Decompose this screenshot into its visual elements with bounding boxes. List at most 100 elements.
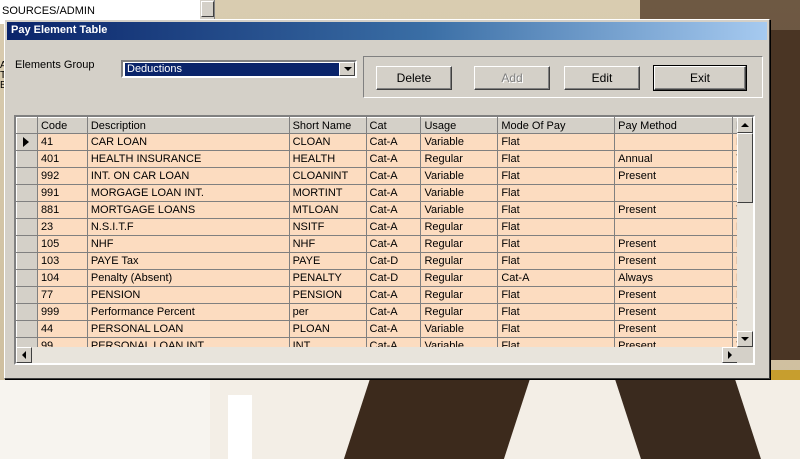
cell-code[interactable]: 44	[37, 320, 88, 338]
cell-cat[interactable]: Cat-A	[366, 286, 422, 304]
cell-code[interactable]: 41	[37, 133, 88, 151]
chevron-down-icon[interactable]	[339, 62, 355, 76]
cell-short-name[interactable]: PENSION	[289, 286, 367, 304]
cell-short-name[interactable]: PLOAN	[289, 320, 367, 338]
cell-usage[interactable]: Regular	[420, 286, 499, 304]
cell-code[interactable]: 23	[37, 218, 88, 236]
cell-cat[interactable]: Cat-A	[366, 235, 422, 253]
scroll-right-button[interactable]	[722, 347, 738, 363]
cell-description[interactable]: NHF	[87, 235, 290, 253]
column-header-code[interactable]: Code	[36, 117, 88, 134]
cell-mode-of-pay[interactable]: Flat	[497, 201, 616, 219]
cell-pay-method[interactable]: Present	[614, 167, 733, 185]
cell-cat[interactable]: Cat-A	[366, 167, 422, 185]
cell-code[interactable]: 992	[37, 167, 88, 185]
cell-description[interactable]: Penalty (Absent)	[87, 269, 290, 287]
cell-usage[interactable]: Regular	[420, 269, 499, 287]
cell-pay-method[interactable]: Present	[614, 252, 733, 270]
vertical-scrollbar[interactable]	[737, 117, 753, 347]
cell-cat[interactable]: Cat-A	[366, 150, 422, 168]
cell-usage[interactable]: Variable	[420, 201, 499, 219]
table-row[interactable]: 991 MORGAGE LOAN INT. MORTINT Cat-A Variable…	[16, 184, 753, 202]
column-header-cat[interactable]: Cat	[365, 117, 422, 134]
cell-short-name[interactable]: MTLOAN	[289, 201, 367, 219]
scroll-up-button[interactable]	[737, 117, 753, 133]
column-header-short-name[interactable]: Short Name	[288, 117, 367, 134]
cell-code[interactable]: 77	[37, 286, 88, 304]
cell-usage[interactable]: Regular	[420, 150, 499, 168]
row-indicator[interactable]	[16, 252, 38, 270]
cell-cat[interactable]: Cat-A	[366, 201, 422, 219]
cell-short-name[interactable]: HEALTH	[289, 150, 367, 168]
row-indicator[interactable]	[16, 167, 38, 185]
row-indicator[interactable]	[16, 184, 38, 202]
cell-code[interactable]: 104	[37, 269, 88, 287]
column-header-mode-of-pay[interactable]: Mode Of Pay	[497, 117, 616, 134]
cell-description[interactable]: N.S.I.T.F	[87, 218, 290, 236]
cell-mode-of-pay[interactable]: Flat	[497, 218, 616, 236]
cell-pay-method[interactable]: Present	[614, 235, 733, 253]
table-row[interactable]: 44 PERSONAL LOAN PLOAN Cat-A Variable Flat Pre…	[16, 320, 753, 338]
cell-usage[interactable]: Regular	[420, 252, 499, 270]
cell-short-name[interactable]: CLOANINT	[289, 167, 367, 185]
cell-usage[interactable]: Variable	[420, 184, 499, 202]
row-indicator[interactable]	[16, 235, 38, 253]
table-row[interactable]: 999 Performance Percent per Cat-A Regular Fla…	[16, 303, 753, 321]
cell-code[interactable]: 881	[37, 201, 88, 219]
cell-mode-of-pay[interactable]: Flat	[497, 184, 616, 202]
cell-pay-method[interactable]: Always	[614, 269, 733, 287]
scroll-thumb[interactable]	[201, 1, 214, 17]
cell-description[interactable]: PERSONAL LOAN	[87, 320, 290, 338]
cell-pay-method[interactable]	[614, 218, 733, 236]
cell-pay-method[interactable]: Present	[614, 286, 733, 304]
cell-code[interactable]: 103	[37, 252, 88, 270]
cell-usage[interactable]: Variable	[420, 133, 499, 151]
cell-cat[interactable]: Cat-A	[366, 320, 422, 338]
cell-mode-of-pay[interactable]: Flat	[497, 167, 616, 185]
dialog-titlebar[interactable]: Pay Element Table	[7, 22, 767, 40]
cell-cat[interactable]: Cat-A	[366, 303, 422, 321]
add-button[interactable]: Add	[474, 66, 550, 90]
table-row[interactable]: 401 HEALTH INSURANCE HEALTH Cat-A Regular Fla…	[16, 150, 753, 168]
scroll-left-button[interactable]	[16, 347, 32, 363]
cell-description[interactable]: PENSION	[87, 286, 290, 304]
column-header-description[interactable]: Description	[86, 117, 290, 134]
cell-cat[interactable]: Cat-A	[366, 133, 422, 151]
cell-short-name[interactable]: MORTINT	[289, 184, 367, 202]
row-indicator[interactable]	[16, 201, 38, 219]
cell-short-name[interactable]: PAYE	[289, 252, 367, 270]
cell-pay-method[interactable]: Present	[614, 201, 733, 219]
cell-pay-method[interactable]: Present	[614, 320, 733, 338]
row-indicator[interactable]	[16, 286, 38, 304]
row-indicator[interactable]	[16, 269, 38, 287]
table-row[interactable]: 992 INT. ON CAR LOAN CLOANINT Cat-A Variable…	[16, 167, 753, 185]
cell-short-name[interactable]: NSITF	[289, 218, 367, 236]
row-indicator[interactable]	[16, 133, 38, 151]
delete-button[interactable]: Delete	[376, 66, 452, 90]
cell-pay-method[interactable]: Annual	[614, 150, 733, 168]
cell-description[interactable]: MORTGAGE LOANS	[87, 201, 290, 219]
pay-element-grid[interactable]: Code Description Short Name Cat Usage Mo…	[14, 115, 755, 365]
cell-pay-method[interactable]	[614, 133, 733, 151]
cell-mode-of-pay[interactable]: Flat	[497, 235, 616, 253]
table-row[interactable]: 41CAR LOANCLOANCat-AVariableFlatN	[16, 133, 753, 151]
column-header-pay-method[interactable]: Pay Method	[614, 117, 733, 134]
cell-cat[interactable]: Cat-A	[366, 184, 422, 202]
cell-mode-of-pay[interactable]: Flat	[497, 320, 616, 338]
cell-description[interactable]: CAR LOAN	[87, 133, 290, 151]
cell-mode-of-pay[interactable]: Cat-A	[497, 269, 616, 287]
cell-mode-of-pay[interactable]: Flat	[497, 303, 616, 321]
cell-usage[interactable]: Variable	[420, 320, 499, 338]
cell-mode-of-pay[interactable]: Flat	[497, 150, 616, 168]
horizontal-scrollbar[interactable]	[16, 347, 738, 363]
row-indicator[interactable]	[16, 303, 38, 321]
cell-short-name[interactable]: NHF	[289, 235, 367, 253]
cell-code[interactable]: 999	[37, 303, 88, 321]
cell-short-name[interactable]: CLOAN	[289, 133, 367, 151]
row-indicator[interactable]	[16, 218, 38, 236]
cell-short-name[interactable]: per	[289, 303, 367, 321]
cell-code[interactable]: 991	[37, 184, 88, 202]
scroll-down-button[interactable]	[737, 331, 753, 347]
cell-short-name[interactable]: PENALTY	[289, 269, 367, 287]
table-row[interactable]: 77PENSIONPENSIONCat-ARegularFlatPresentN	[16, 286, 753, 304]
